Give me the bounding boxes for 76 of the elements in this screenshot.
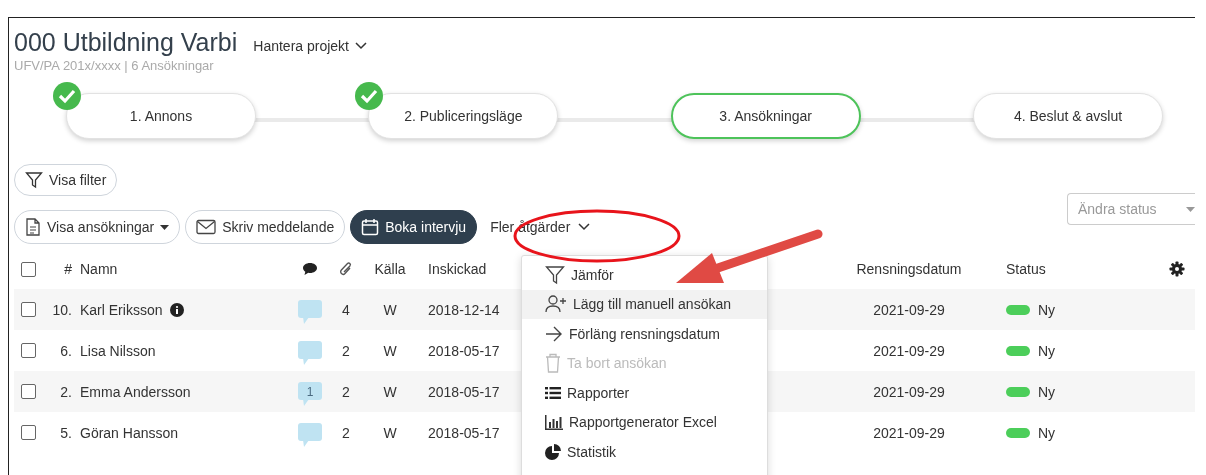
menu-item[interactable]: Jämför xyxy=(522,260,767,290)
cleanup-date: 2021-09-29 xyxy=(873,383,945,400)
caret-icon xyxy=(160,224,170,230)
comment-icon xyxy=(302,262,318,276)
status-label: Ny xyxy=(1038,301,1056,318)
toolbar-button[interactable]: Skriv meddelande xyxy=(185,210,346,244)
status-label: Ny xyxy=(1038,342,1056,359)
list-icon xyxy=(545,385,561,400)
submitted-date: 2018-05-17 xyxy=(428,342,500,359)
applicant-name[interactable]: Lisa Nilsson xyxy=(80,342,156,359)
column-header[interactable]: Namn xyxy=(80,261,118,277)
menu-item[interactable]: Rapporter xyxy=(522,378,767,408)
row-checkbox[interactable] xyxy=(20,302,36,317)
cleanup-date: 2021-09-29 xyxy=(873,342,945,359)
applicant-name[interactable]: Göran Hansson xyxy=(80,424,179,441)
attachment-count: 4 xyxy=(342,301,350,318)
trash-icon xyxy=(545,353,561,374)
row-number: 6. xyxy=(60,342,72,359)
toolbar-button[interactable]: Visa ansökningar xyxy=(14,210,181,244)
project-title: 000 Utbildning Varbi xyxy=(14,28,238,57)
column-header[interactable]: Källa xyxy=(374,261,406,277)
bar-chart-icon xyxy=(545,414,563,431)
submitted-date: 2018-05-17 xyxy=(428,424,500,441)
column-header[interactable]: # xyxy=(64,261,72,277)
column-header[interactable]: Status xyxy=(1006,261,1046,277)
step-tab[interactable]: 2. Publiceringsläge xyxy=(368,93,559,139)
attachment-count: 2 xyxy=(342,424,350,441)
chevron-icon xyxy=(355,42,367,50)
attachment-count: 2 xyxy=(342,383,350,400)
applicant-name[interactable]: Karl Eriksson xyxy=(80,301,163,318)
manage-project-menu[interactable]: Hantera projekt xyxy=(253,38,367,54)
menu-item[interactable]: Rapportgenerator Excel xyxy=(522,407,767,437)
info-icon[interactable] xyxy=(170,302,185,317)
arrow-right-icon xyxy=(545,325,563,342)
applicant-name[interactable]: Emma Andersson xyxy=(80,383,191,400)
source-cell: W xyxy=(383,342,397,359)
row-number: 5. xyxy=(60,424,72,441)
source-cell: W xyxy=(383,424,397,441)
person-add-icon xyxy=(545,295,567,314)
column-header[interactable]: Rensningsdatum xyxy=(856,261,962,277)
column-header[interactable]: Inskickad xyxy=(428,261,487,277)
document-icon xyxy=(25,218,41,236)
row-checkbox[interactable] xyxy=(20,343,36,358)
envelope-icon xyxy=(196,219,217,235)
attachment-count: 2 xyxy=(342,342,350,359)
row-checkbox[interactable] xyxy=(20,384,36,399)
menu-item[interactable]: Statistik xyxy=(522,437,767,467)
chevron-icon xyxy=(578,223,591,231)
source-cell: W xyxy=(383,301,397,318)
step-tab[interactable]: 1. Annons xyxy=(66,93,256,139)
paperclip-icon xyxy=(339,261,353,277)
status-label: Ny xyxy=(1038,424,1056,441)
select-all-checkbox[interactable] xyxy=(20,261,36,277)
step-tab[interactable]: 4. Beslut & avslut xyxy=(973,93,1163,139)
status-label: Ny xyxy=(1038,383,1056,400)
row-number: 10. xyxy=(52,301,72,318)
menu-item[interactable]: Förläng rensningsdatum xyxy=(522,319,767,349)
toolbar-button[interactable]: Boka intervju xyxy=(350,210,478,244)
menu-item[interactable]: Lägg till manuell ansökan xyxy=(522,289,767,319)
settings-icon[interactable] xyxy=(1169,261,1185,277)
caret-icon xyxy=(1186,206,1195,212)
filter-icon xyxy=(25,171,43,189)
pie-chart-icon xyxy=(545,443,561,460)
row-number: 2. xyxy=(60,383,72,400)
show-filter-button[interactable]: Visa filter xyxy=(14,164,118,196)
filter-icon xyxy=(545,264,565,285)
project-subtitle: UFV/PA 201x/xxxx | 6 Ansökningar xyxy=(14,58,215,73)
cleanup-date: 2021-09-29 xyxy=(873,301,945,318)
more-actions-menu[interactable]: Fler åtgärder xyxy=(482,210,599,244)
calendar-icon xyxy=(361,218,380,236)
submitted-date: 2018-12-14 xyxy=(428,301,500,318)
cleanup-date: 2021-09-29 xyxy=(873,424,945,441)
submitted-date: 2018-05-17 xyxy=(428,383,500,400)
source-cell: W xyxy=(383,383,397,400)
row-checkbox[interactable] xyxy=(20,425,36,440)
step-tab[interactable]: 3. Ansökningar xyxy=(670,93,861,139)
